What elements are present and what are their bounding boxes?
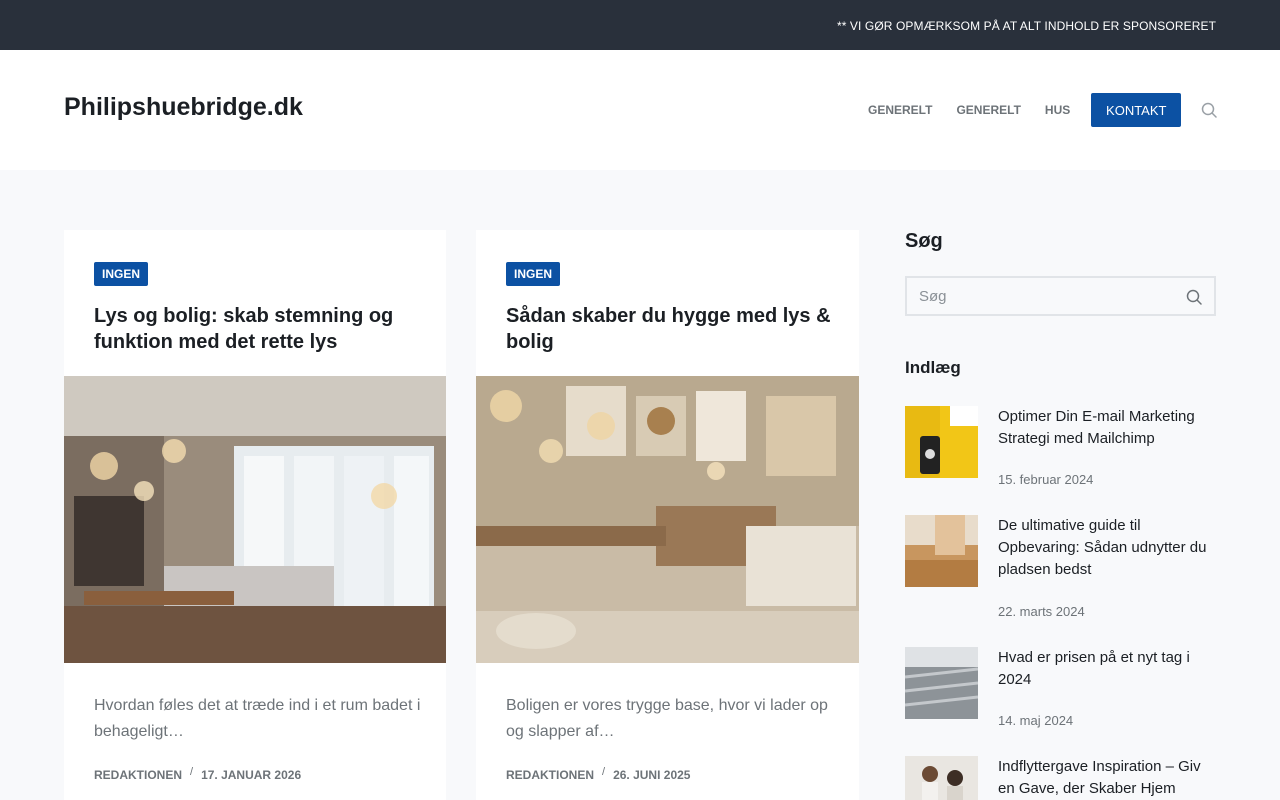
sidebar-post-date: 14. maj 2024 [998,713,1074,728]
sidebar-post-date: 15. februar 2024 [998,472,1094,487]
post-date: 17. JANUAR 2026 [201,768,302,782]
post-title[interactable]: Lys og bolig: skab stemning og funktion … [94,303,419,355]
post-thumbnail[interactable] [905,515,978,587]
post-title[interactable]: Sådan skaber du hygge med lys & bolig [506,303,831,355]
post-card: INGEN Sådan skaber du hygge med lys & bo… [476,230,859,800]
post-card: INGEN Lys og bolig: skab stemning og fun… [64,230,446,800]
post-author[interactable]: REDAKTIONEN [94,768,182,782]
post-excerpt: Boligen er vores trygge base, hvor vi la… [506,697,828,740]
sidebar-post-title[interactable]: Indflyttergave Inspiration – Giv en Gave… [998,756,1213,800]
meta-separator: / [190,766,194,778]
category-badge[interactable]: INGEN [94,262,149,286]
search-icon[interactable] [1201,102,1217,118]
sidebar: Søg Indlæg Optimer Din E-mail Marketing … [905,230,1216,800]
nav-item-generelt-1[interactable]: GENERELT [856,103,944,117]
meta-separator: / [602,766,606,778]
sidebar-search [905,276,1216,316]
kontakt-button[interactable]: KONTAKT [1091,93,1182,127]
main-nav: GENERELT GENERELT HUS KONTAKT [856,93,1182,127]
search-icon[interactable] [1186,289,1202,305]
post-thumbnail[interactable] [905,647,978,719]
post-image[interactable] [476,376,859,663]
post-image[interactable] [64,376,446,663]
sidebar-post-date: 22. marts 2024 [998,604,1085,619]
post-meta: REDAKTIONEN / 17. JANUAR 2026 [94,766,302,782]
post-date: 26. JUNI 2025 [613,768,691,782]
top-notice-bar: ** VI GØR OPMÆRKSOM PÅ AT ALT INDHOLD ER… [0,0,1280,50]
post-excerpt: Hvordan føles det at træde ind i et rum … [94,697,421,740]
category-badge[interactable]: INGEN [506,262,561,286]
search-heading: Søg [905,230,943,252]
post-thumbnail[interactable] [905,756,978,800]
search-input[interactable] [907,278,1177,314]
post-author[interactable]: REDAKTIONEN [506,768,594,782]
sidebar-post-title[interactable]: De ultimative guide til Opbevaring: Såda… [998,515,1213,581]
sidebar-post-title[interactable]: Hvad er prisen på et nyt tag i 2024 [998,647,1213,691]
post-thumbnail[interactable] [905,406,978,478]
nav-item-generelt-2[interactable]: GENERELT [944,103,1032,117]
nav-item-hus[interactable]: HUS [1033,103,1082,117]
site-logo[interactable]: Philipshuebridge.dk [64,93,303,122]
posts-heading: Indlæg [905,358,961,377]
sidebar-post-title[interactable]: Optimer Din E-mail Marketing Strategi me… [998,406,1213,450]
site-header: Philipshuebridge.dk GENERELT GENERELT HU… [0,50,1280,170]
sponsored-notice: ** VI GØR OPMÆRKSOM PÅ AT ALT INDHOLD ER… [836,19,1216,33]
post-meta: REDAKTIONEN / 26. JUNI 2025 [506,766,691,782]
